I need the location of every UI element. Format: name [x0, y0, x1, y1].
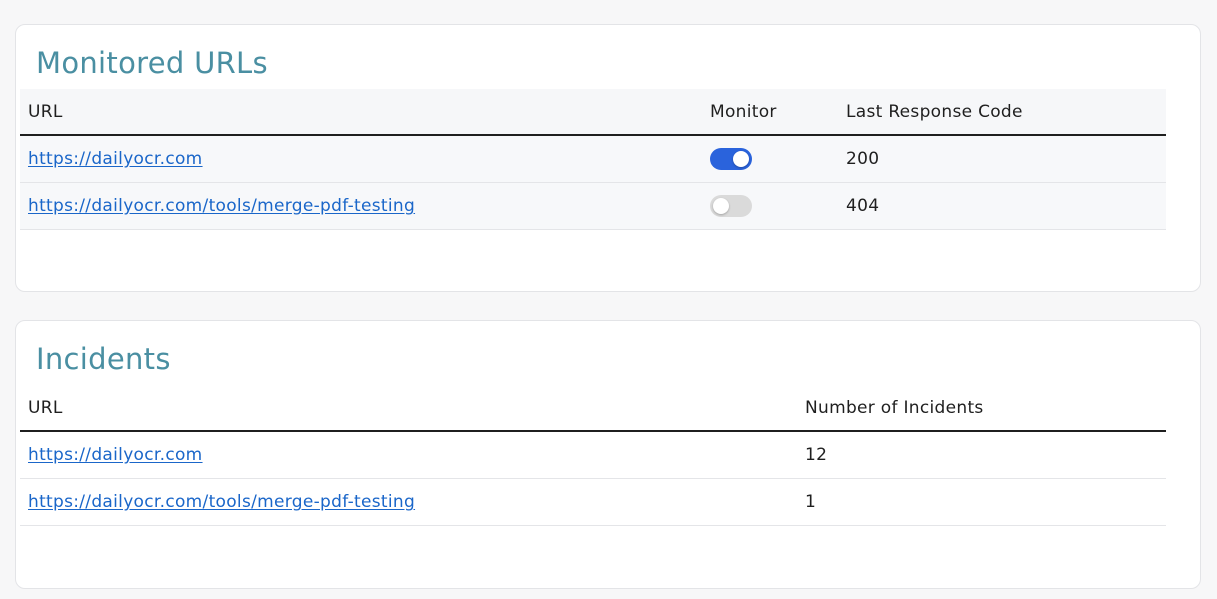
incidents-table: URL Number of Incidents https://dailyocr…: [20, 385, 1166, 526]
url-cell: https://dailyocr.com: [20, 431, 797, 479]
column-header-last-response-code: Last Response Code: [838, 89, 1166, 136]
monitored-urls-table: URL Monitor Last Response Code https://d…: [20, 89, 1166, 230]
response-code-cell: 200: [838, 135, 1166, 183]
url-cell: https://dailyocr.com/tools/merge-pdf-tes…: [20, 182, 702, 230]
url-link[interactable]: https://dailyocr.com: [28, 149, 203, 169]
monitored-urls-title: Monitored URLs: [36, 46, 268, 80]
column-header-monitor: Monitor: [702, 89, 838, 136]
url-link[interactable]: https://dailyocr.com: [28, 445, 203, 465]
column-header-number-of-incidents: Number of Incidents: [797, 385, 1166, 432]
url-cell: https://dailyocr.com: [20, 135, 702, 183]
monitor-toggle[interactable]: [710, 148, 752, 170]
toggle-knob: [713, 198, 729, 214]
url-cell: https://dailyocr.com/tools/merge-pdf-tes…: [20, 478, 797, 526]
monitor-cell: [702, 182, 838, 230]
table-header-row: URL Monitor Last Response Code: [20, 89, 1166, 136]
column-header-url: URL: [20, 385, 797, 432]
table-row: https://dailyocr.com/tools/merge-pdf-tes…: [20, 182, 1166, 230]
table-row: https://dailyocr.com 200: [20, 135, 1166, 183]
column-header-url: URL: [20, 89, 702, 136]
url-link[interactable]: https://dailyocr.com/tools/merge-pdf-tes…: [28, 196, 415, 216]
monitor-cell: [702, 135, 838, 183]
url-link[interactable]: https://dailyocr.com/tools/merge-pdf-tes…: [28, 492, 415, 512]
incidents-title: Incidents: [36, 342, 171, 376]
incident-count-cell: 12: [797, 431, 1166, 479]
monitor-toggle[interactable]: [710, 195, 752, 217]
incident-count-cell: 1: [797, 478, 1166, 526]
table-row: https://dailyocr.com 12: [20, 431, 1166, 479]
table-header-row: URL Number of Incidents: [20, 385, 1166, 432]
toggle-knob: [733, 151, 749, 167]
table-row: https://dailyocr.com/tools/merge-pdf-tes…: [20, 478, 1166, 526]
response-code-cell: 404: [838, 182, 1166, 230]
